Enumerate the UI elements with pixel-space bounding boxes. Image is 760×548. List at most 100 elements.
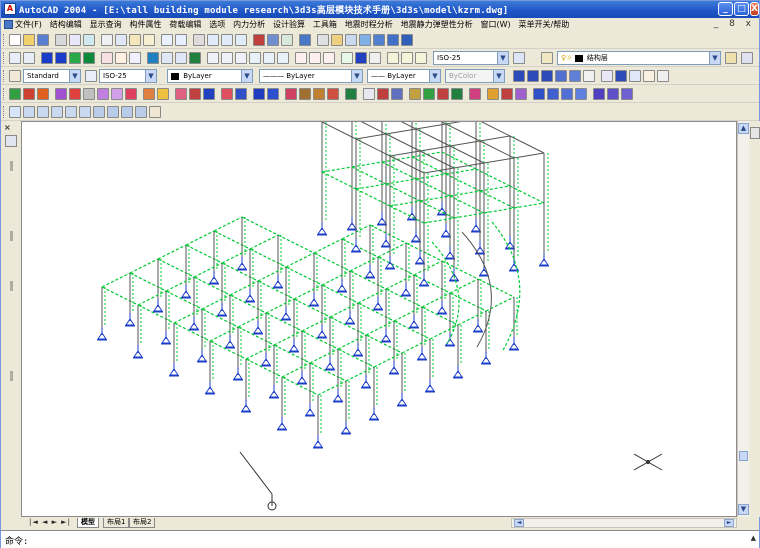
spring-icon[interactable] xyxy=(157,88,169,100)
autocad-app-icon[interactable]: A xyxy=(4,3,16,15)
command-line[interactable]: 命令: ▲ xyxy=(1,530,759,548)
line-load-icon[interactable] xyxy=(189,88,201,100)
menu-file[interactable]: 文件(F) xyxy=(15,19,42,30)
axial-icon[interactable] xyxy=(313,88,325,100)
ne-iso-icon[interactable] xyxy=(121,106,133,118)
circle-icon[interactable] xyxy=(249,52,261,64)
import-icon[interactable] xyxy=(575,88,587,100)
document-icon[interactable] xyxy=(4,20,13,29)
sphere-view-icon[interactable] xyxy=(359,34,371,46)
tab-navigation-arrows[interactable]: |◄ ◄ ► ►| xyxy=(29,518,71,526)
support-icon[interactable] xyxy=(341,52,353,64)
shear-icon[interactable] xyxy=(299,88,311,100)
scroll-up-button[interactable]: ▲ xyxy=(738,123,749,134)
preview-icon[interactable] xyxy=(69,34,81,46)
maximize-button[interactable]: □ xyxy=(734,2,749,16)
named-views-icon[interactable] xyxy=(317,34,329,46)
pushover-icon[interactable] xyxy=(515,88,527,100)
menu-display-query[interactable]: 显示查询 xyxy=(90,19,122,30)
lineweight-select[interactable]: —— ByLayer ▼ xyxy=(367,69,441,83)
properties-icon[interactable] xyxy=(253,34,265,46)
add-rod-icon[interactable] xyxy=(23,88,35,100)
scroll-up-icon[interactable]: ▲ xyxy=(751,534,756,542)
report-icon[interactable] xyxy=(391,88,403,100)
toolbar-grip[interactable] xyxy=(3,106,6,118)
green-block-icon[interactable] xyxy=(83,52,95,64)
time-history-icon[interactable] xyxy=(469,88,481,100)
nw-iso-icon[interactable] xyxy=(135,106,147,118)
tab-layout2[interactable]: 布局2 xyxy=(129,518,156,528)
ring-icon[interactable] xyxy=(263,52,275,64)
properties-panel-icon[interactable] xyxy=(750,127,760,139)
blue-block-icon[interactable] xyxy=(55,52,67,64)
redo-icon[interactable] xyxy=(175,34,187,46)
green-block-icon[interactable] xyxy=(69,52,81,64)
target-icon[interactable] xyxy=(369,52,381,64)
menu-seismic-pushover[interactable]: 地震静力弹塑性分析 xyxy=(401,19,473,30)
chevron-down-icon[interactable]: ▼ xyxy=(351,70,362,82)
chevron-down-icon[interactable]: ▼ xyxy=(429,70,440,82)
triangle-icon[interactable] xyxy=(277,52,289,64)
blue-block-icon[interactable] xyxy=(41,52,53,64)
undo-icon[interactable] xyxy=(161,34,173,46)
camera-icon[interactable] xyxy=(149,106,161,118)
angular-dim-icon[interactable] xyxy=(401,52,413,64)
menu-help[interactable]: 菜单开关/帮助 xyxy=(519,19,570,30)
add-beam-icon[interactable] xyxy=(37,88,49,100)
dim-style-select[interactable]: ISO-25 ▼ xyxy=(99,69,157,83)
line-tool-icon[interactable] xyxy=(657,70,669,82)
top-view-icon[interactable] xyxy=(9,106,21,118)
layer-select[interactable]: ♀☼ 结构层 ▼ xyxy=(557,51,721,65)
horizontal-scrollbar[interactable]: ◄ ► xyxy=(511,518,737,528)
menu-load-edit[interactable]: 荷载编辑 xyxy=(169,19,201,30)
chevron-down-icon[interactable]: ▼ xyxy=(145,70,156,82)
sw-iso-icon[interactable] xyxy=(93,106,105,118)
point-load-icon[interactable] xyxy=(175,88,187,100)
load-case-icon[interactable] xyxy=(221,88,233,100)
eraser-icon[interactable] xyxy=(629,70,641,82)
menu-member-properties[interactable]: 构件属性 xyxy=(129,19,161,30)
text-style-select[interactable]: Standard ▼ xyxy=(23,69,81,83)
pan-icon[interactable] xyxy=(193,34,205,46)
combination-icon[interactable] xyxy=(235,88,247,100)
publish-icon[interactable] xyxy=(83,34,95,46)
shade-icon[interactable] xyxy=(373,34,385,46)
frame-icon[interactable] xyxy=(175,52,187,64)
align-left-icon[interactable] xyxy=(513,70,525,82)
axis-icon[interactable] xyxy=(125,88,137,100)
linetype-select[interactable]: ——— ByLayer ▼ xyxy=(259,69,363,83)
hatch-icon[interactable] xyxy=(147,52,159,64)
column-icon[interactable] xyxy=(309,52,321,64)
chevron-down-icon[interactable]: ▼ xyxy=(241,70,252,82)
brush-icon[interactable] xyxy=(601,70,613,82)
deflection-icon[interactable] xyxy=(327,88,339,100)
load-icon[interactable] xyxy=(355,52,367,64)
analysis-icon[interactable] xyxy=(253,88,265,100)
statistics-icon[interactable] xyxy=(607,88,619,100)
tab-layout1[interactable]: 布局1 xyxy=(103,518,130,528)
menu-toolbox[interactable]: 工具箱 xyxy=(313,19,337,30)
flat-shade-icon[interactable] xyxy=(401,34,413,46)
arc-icon[interactable] xyxy=(129,52,141,64)
stack-icon[interactable] xyxy=(569,70,581,82)
slab-icon[interactable] xyxy=(189,52,201,64)
back-view-icon[interactable] xyxy=(79,106,91,118)
close-icon[interactable]: × xyxy=(4,123,11,132)
table-icon[interactable] xyxy=(23,52,35,64)
dimension-style-select[interactable]: ISO-25 ▼ xyxy=(433,51,509,65)
scroll-left-button[interactable]: ◄ xyxy=(514,519,524,527)
color-select[interactable]: ByLayer ▼ xyxy=(167,69,253,83)
brace-icon[interactable] xyxy=(323,52,335,64)
member-icon[interactable] xyxy=(207,52,219,64)
document-window-controls[interactable]: _ 8 x xyxy=(714,19,755,29)
copy-icon[interactable] xyxy=(115,34,127,46)
section-lib-icon[interactable] xyxy=(55,88,67,100)
material-icon[interactable] xyxy=(69,88,81,100)
chevron-down-icon[interactable]: ▼ xyxy=(497,52,508,64)
settings-icon[interactable] xyxy=(621,88,633,100)
plot-icon[interactable] xyxy=(533,88,545,100)
angle-icon[interactable] xyxy=(101,52,113,64)
scroll-right-button[interactable]: ► xyxy=(724,519,734,527)
leader-icon[interactable] xyxy=(415,52,427,64)
close-button[interactable]: X xyxy=(750,2,759,16)
